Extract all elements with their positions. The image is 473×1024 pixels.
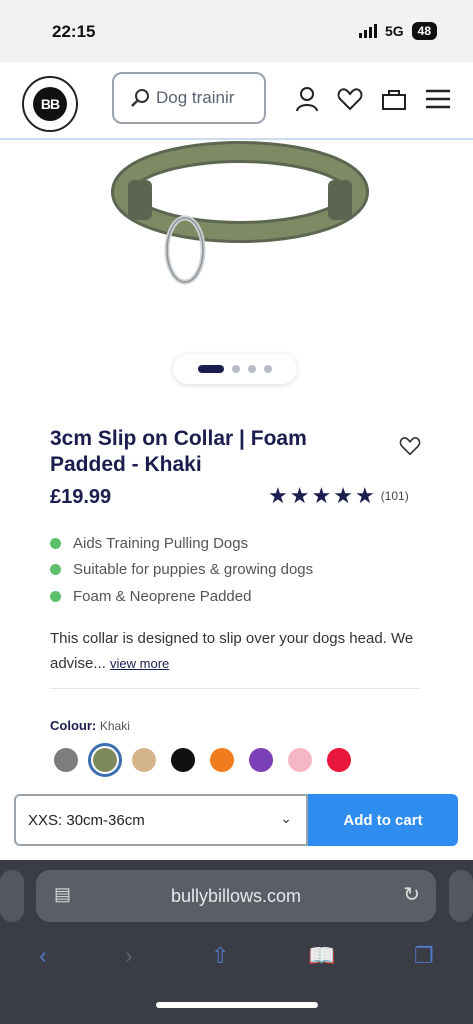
url-text: bullybillows.com <box>170 885 302 906</box>
status-indicators: 5G 48 <box>358 22 437 40</box>
site-header: BB Dog trainir <box>0 62 473 140</box>
search-box[interactable]: Dog trainir <box>112 72 266 124</box>
product-description: This collar is designed to slip over you… <box>50 626 420 676</box>
gallery-dot[interactable] <box>232 365 240 373</box>
gallery-dot[interactable] <box>248 365 256 373</box>
add-to-cart-button[interactable]: Add to cart <box>308 794 458 846</box>
feature-list: Aids Training Pulling Dogs Suitable for … <box>50 530 313 610</box>
size-select[interactable]: XXS: 30cm-36cm ⌄ <box>14 794 308 846</box>
brand-logo[interactable]: BB <box>22 76 78 132</box>
product-price: £19.99 <box>50 486 112 508</box>
feature-item: Aids Training Pulling Dogs <box>50 530 313 557</box>
colour-value: Khaki <box>99 719 130 733</box>
menu-icon[interactable] <box>425 88 451 110</box>
share-icon[interactable]: ⇧ <box>211 943 229 969</box>
check-dot-icon <box>50 564 61 576</box>
page-settings-icon[interactable]: ▤ <box>54 884 71 905</box>
gallery-dot[interactable] <box>264 365 272 373</box>
feature-item: Foam & Neoprene Padded <box>50 583 313 610</box>
feature-item: Suitable for puppies & growing dogs <box>50 557 313 584</box>
back-icon[interactable]: ‹ <box>39 943 46 969</box>
product-rating[interactable]: ★ ★ ★ ★ ★ (101) <box>268 485 409 507</box>
chevron-down-icon: ⌄ <box>280 810 292 826</box>
star-icon: ★ <box>289 483 310 508</box>
colour-swatch[interactable] <box>54 748 78 772</box>
previous-tab-card[interactable] <box>0 870 24 922</box>
wishlist-heart-icon[interactable] <box>337 87 363 111</box>
review-count: (101) <box>380 489 409 503</box>
bookmarks-icon[interactable]: 📖 <box>308 943 335 969</box>
colour-swatch[interactable] <box>132 748 156 772</box>
feature-text: Foam & Neoprene Padded <box>73 587 252 605</box>
check-dot-icon <box>50 537 61 549</box>
product-image[interactable] <box>50 140 420 350</box>
star-icon: ★ <box>311 483 332 508</box>
colour-swatches <box>54 743 351 777</box>
home-indicator[interactable] <box>156 1002 318 1008</box>
status-bar: 22:15 5G 48 <box>0 0 473 62</box>
browser-chrome: ▤ bullybillows.com ↻ ‹ › ⇧ 📖 ❐ <box>0 860 473 1024</box>
screen: 22:15 5G 48 BB Dog trainir 3cm Slip on C… <box>0 0 473 1024</box>
size-value: XXS: 30cm-36cm <box>28 811 145 829</box>
gallery-dot[interactable] <box>198 365 224 373</box>
star-icon: ★ <box>354 483 375 508</box>
colour-swatch[interactable] <box>327 748 351 772</box>
gallery-pagination[interactable] <box>173 354 297 384</box>
add-to-cart-bar: XXS: 30cm-36cm ⌄ Add to cart <box>0 780 473 860</box>
network-label: 5G <box>384 23 404 39</box>
product-page: 3cm Slip on Collar | Foam Padded - Khaki… <box>0 140 473 780</box>
divider <box>50 688 420 689</box>
colour-label-text: Colour: <box>50 718 97 733</box>
colour-swatch[interactable] <box>171 748 195 772</box>
address-bar[interactable]: ▤ bullybillows.com ↻ <box>36 870 436 922</box>
clock: 22:15 <box>52 22 96 41</box>
browser-toolbar: ‹ › ⇧ 📖 ❐ <box>0 936 473 976</box>
product-title: 3cm Slip on Collar | Foam Padded - Khaki <box>50 427 307 476</box>
forward-icon[interactable]: › <box>125 943 132 969</box>
star-icon: ★ <box>333 483 353 508</box>
star-icon: ★ <box>268 483 288 508</box>
header-actions <box>295 86 451 112</box>
tabs-icon[interactable]: ❐ <box>414 943 434 969</box>
account-icon[interactable] <box>295 86 319 112</box>
reload-icon[interactable]: ↻ <box>403 882 420 907</box>
colour-swatch[interactable] <box>288 748 312 772</box>
logo-mark: BB <box>33 87 67 121</box>
signal-icon <box>358 24 377 38</box>
search-icon <box>131 89 149 107</box>
description-text: This collar is designed to slip over you… <box>50 630 414 672</box>
view-more-link[interactable]: view more <box>110 656 169 671</box>
bag-icon[interactable] <box>381 87 407 111</box>
colour-swatch[interactable] <box>249 748 273 772</box>
colour-swatch[interactable] <box>210 748 234 772</box>
search-placeholder: Dog trainir <box>156 88 235 107</box>
feature-text: Suitable for puppies & growing dogs <box>73 561 314 579</box>
add-to-wishlist-heart-icon[interactable] <box>399 436 421 456</box>
battery-icon: 48 <box>411 22 437 40</box>
next-tab-card[interactable] <box>449 870 473 922</box>
colour-label: Colour: Khaki <box>50 718 130 733</box>
check-dot-icon <box>50 590 61 602</box>
colour-swatch[interactable] <box>88 743 122 777</box>
feature-text: Aids Training Pulling Dogs <box>73 534 249 552</box>
